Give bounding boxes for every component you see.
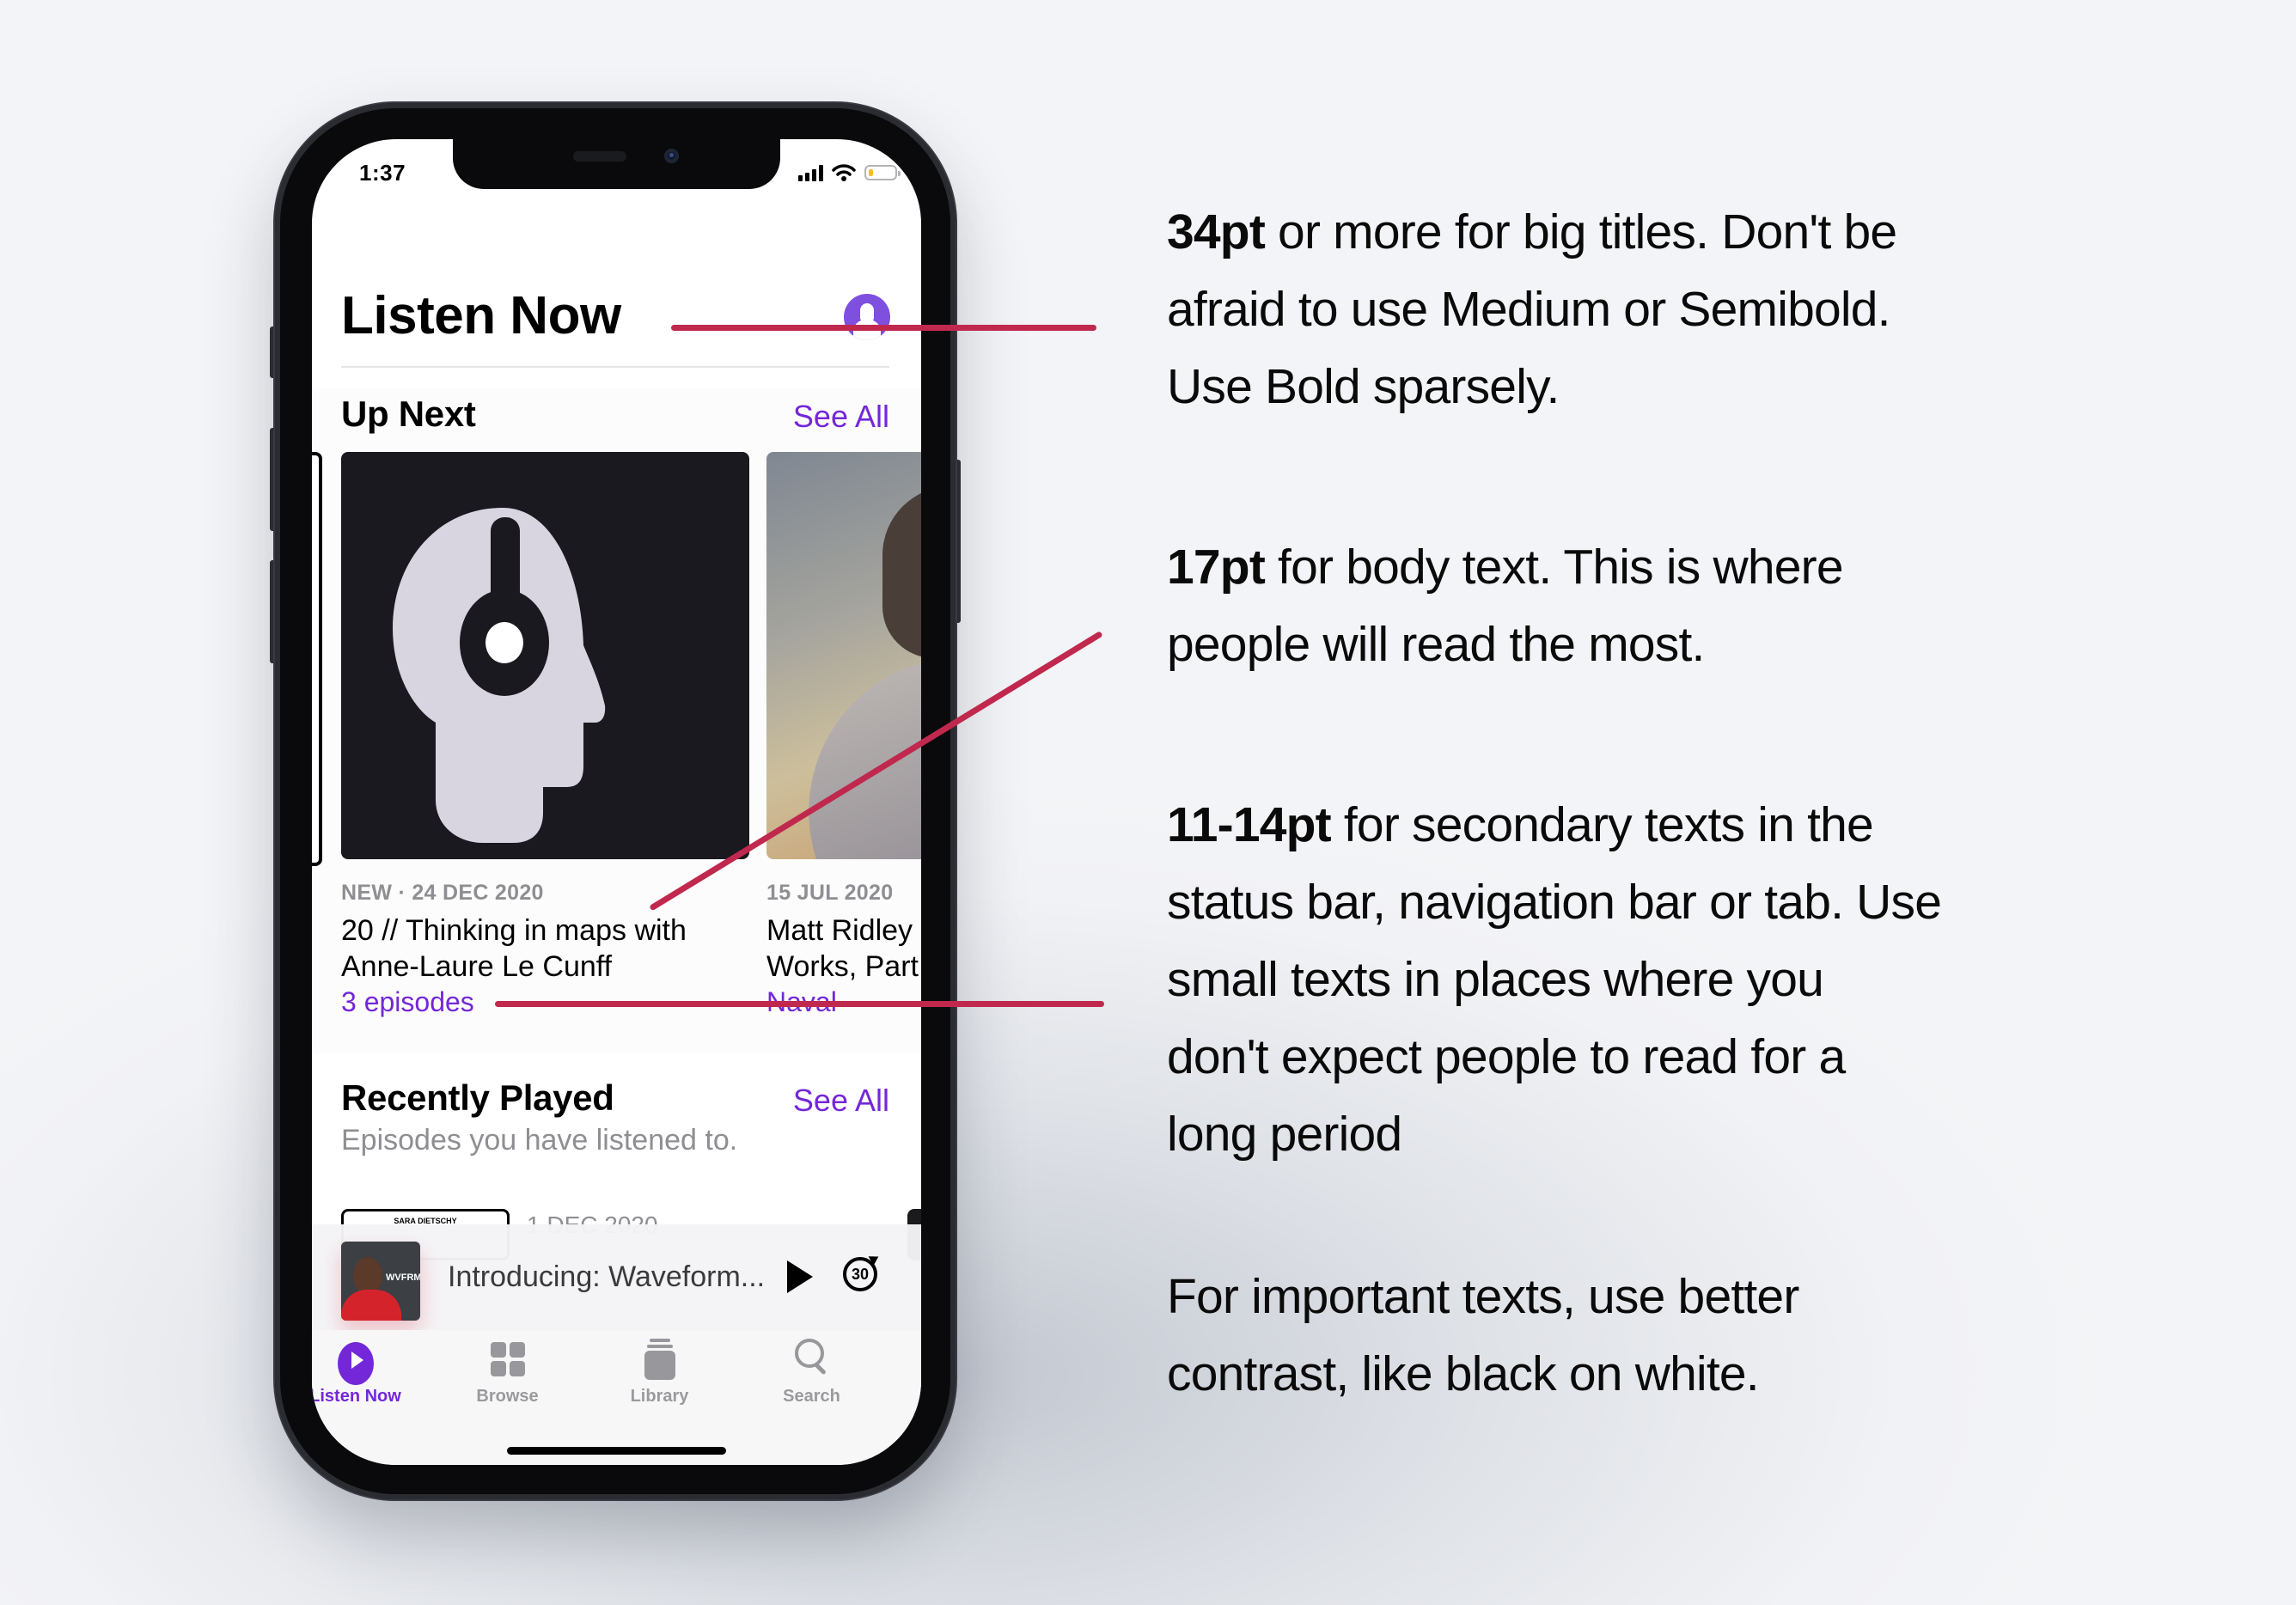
tab-browse[interactable]: Browse [431,1339,583,1407]
tab-label: Browse [476,1387,539,1406]
note-title-size: 34pt or more for big titles. Don't be af… [1167,193,1897,425]
note-emphasis: 17pt [1167,540,1266,595]
note-contrast: For important texts, use better contrast… [1167,1258,1799,1413]
previous-card-peek[interactable] [312,452,322,866]
episode-card[interactable]: 15 JUL 2020 Matt Ridley Works, Part Nava… [766,452,921,1018]
episode-title-line: Matt Ridley [766,914,913,947]
episode-card[interactable]: NEW · 24 DEC 2020 20 // Thinking in maps… [341,452,749,1018]
artwork-label: WVFRM [386,1272,420,1283]
earpiece-speaker [573,151,626,162]
page-title: Listen Now [341,286,621,345]
title-divider [341,366,889,368]
grid-icon [490,1342,525,1385]
tab-listen-now[interactable]: Listen Now [312,1339,431,1407]
up-next-heading: Up Next [341,394,476,434]
note-line: for secondary texts in the [1330,797,1874,852]
skip-forward-30-icon[interactable]: 30 [843,1257,877,1291]
headphones-head-artwork [341,452,749,859]
note-line: or more for big titles. Don't be [1265,204,1897,259]
headphones-head-icon [393,508,606,843]
recently-played-heading: Recently Played [341,1077,614,1118]
tab-bar: Listen Now Browse Library Search [312,1330,921,1465]
notch [453,139,780,189]
account-button[interactable] [844,294,890,340]
annotation-line-secondary [495,1001,1104,1007]
wifi-icon [832,164,856,181]
note-line: small texts in places where you [1167,952,1824,1007]
note-line: for body text. This is where [1265,540,1843,595]
note-body-size: 17pt for body text. This is where people… [1167,528,1844,683]
note-line: afraid to use Medium or Semibold. [1167,282,1890,337]
front-camera-icon [664,149,679,163]
status-time: 1:37 [359,160,406,186]
note-line: don't expect people to read for a [1167,1029,1846,1084]
up-next-see-all-link[interactable]: See All [793,399,889,435]
recently-played-subtitle: Episodes you have listened to. [341,1124,738,1156]
mini-player-title[interactable]: Introducing: Waveform... [448,1260,765,1294]
annotation-line-title [671,325,1096,331]
play-icon[interactable] [787,1260,813,1293]
status-icons [798,163,901,182]
battery-low-icon [864,165,901,180]
episode-title-line: Works, Part [766,950,919,983]
note-line: Use Bold sparsely. [1167,359,1560,414]
tab-library[interactable]: Library [583,1339,736,1407]
tab-label: Search [783,1387,840,1406]
library-stack-icon [644,1339,675,1382]
note-line: For important texts, use better [1167,1269,1799,1324]
note-emphasis: 11-14pt [1167,797,1332,852]
mini-player[interactable]: WVFRM Introducing: Waveform... 30 [312,1224,921,1332]
episode-title: Matt Ridley Works, Part [766,912,921,985]
magnifier-icon [794,1339,829,1382]
note-line: long period [1167,1107,1402,1162]
episode-title-line: 20 // Thinking in maps with [341,914,687,947]
episode-title-line: Anne-Laure Le Cunff [341,950,613,983]
tab-label: Listen Now [312,1387,401,1406]
recently-played-see-all-link[interactable]: See All [793,1083,889,1119]
tab-label: Library [630,1387,689,1406]
mini-player-artwork: WVFRM [341,1242,420,1321]
episode-meta: 15 JUL 2020 [766,881,894,905]
home-indicator[interactable] [507,1447,726,1455]
illustrated-portrait-artwork [766,452,921,859]
note-secondary-size: 11-14pt for secondary texts in the statu… [1167,786,1942,1173]
episode-title: 20 // Thinking in maps with Anne-Laure L… [341,912,749,985]
note-emphasis: 34pt [1167,204,1266,259]
note-line: people will read the most. [1167,617,1705,672]
tab-search[interactable]: Search [736,1339,888,1407]
play-circle-icon [337,1342,374,1385]
cellular-signal-icon [798,164,823,181]
note-line: contrast, like black on white. [1167,1346,1760,1401]
note-line: status bar, navigation bar or tab. Use [1167,875,1942,930]
